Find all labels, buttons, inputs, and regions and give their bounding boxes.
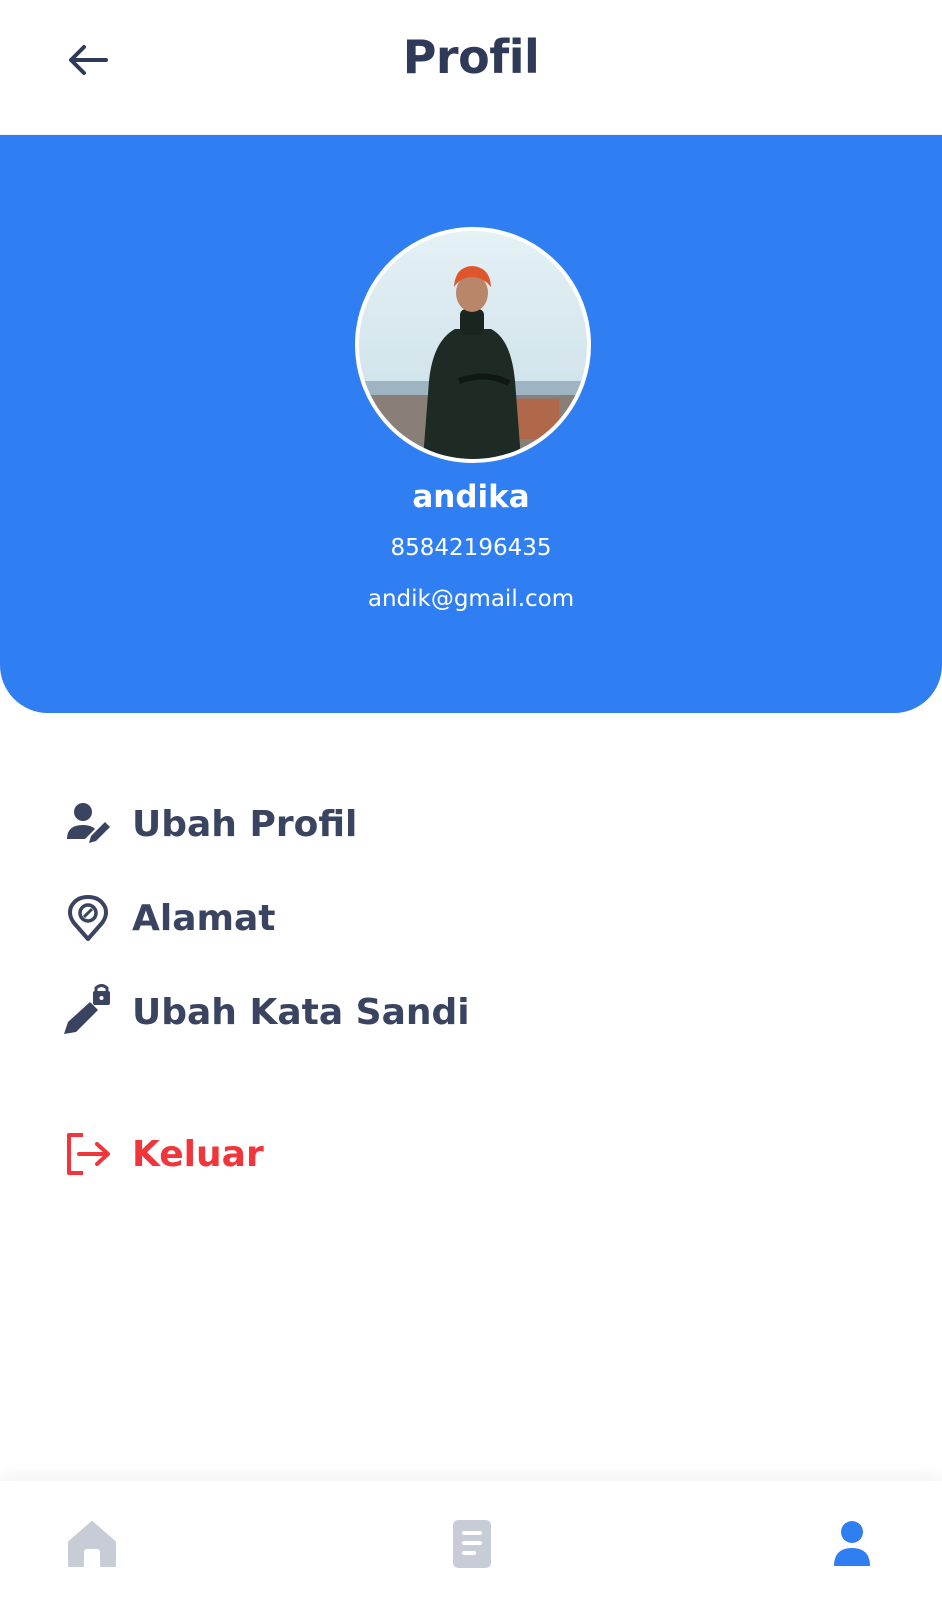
home-icon <box>65 1518 119 1574</box>
profile-card: andika 85842196435 andik@gmail.com <box>0 135 942 713</box>
location-pin-icon <box>56 886 120 950</box>
nav-home[interactable] <box>52 1511 132 1581</box>
password-lock-icon <box>56 980 120 1044</box>
nav-orders[interactable] <box>432 1511 512 1581</box>
profile-screen: Profil andika 85842196435 andik@gmail.co… <box>0 0 942 1599</box>
avatar-photo <box>359 231 587 459</box>
user-icon <box>830 1518 874 1574</box>
page-title: Profil <box>402 30 540 84</box>
app-header: Profil <box>0 0 942 135</box>
user-phone: 85842196435 <box>390 535 552 561</box>
menu-item-alamat[interactable]: Alamat <box>56 886 676 950</box>
nav-profile[interactable] <box>812 1511 892 1581</box>
menu-item-ubah-profil[interactable]: Ubah Profil <box>56 792 676 856</box>
bottom-nav <box>0 1481 942 1599</box>
logout-button[interactable]: Keluar <box>56 1122 676 1186</box>
user-edit-icon <box>56 792 120 856</box>
logout-icon <box>56 1122 120 1186</box>
avatar[interactable] <box>355 227 591 463</box>
menu-item-ubah-kata-sandi[interactable]: Ubah Kata Sandi <box>56 980 676 1044</box>
user-email: andik@gmail.com <box>367 586 575 612</box>
logout-label: Keluar <box>132 1133 264 1175</box>
menu-label: Ubah Kata Sandi <box>132 991 470 1033</box>
document-icon <box>450 1518 494 1574</box>
user-name: andika <box>412 479 530 515</box>
menu-label: Alamat <box>132 897 276 939</box>
menu-label: Ubah Profil <box>132 803 358 845</box>
